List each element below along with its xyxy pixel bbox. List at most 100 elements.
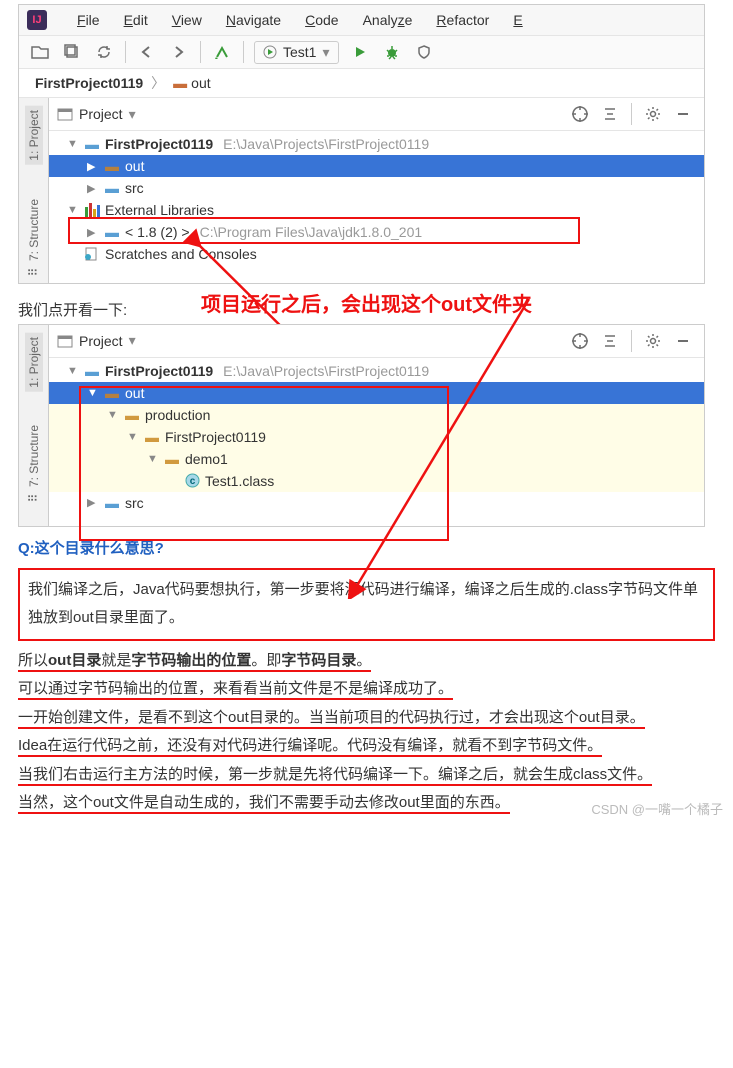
debug-icon[interactable] [377,38,407,66]
folder-icon: ▬ [103,158,121,174]
module-icon: ▬ [83,136,101,152]
app-icon [263,45,277,59]
module-icon: ▬ [83,363,101,379]
class-file-icon: c [183,473,201,489]
menu-view[interactable]: View [162,9,212,31]
explain-p3: 可以通过字节码输出的位置，来看看当前文件是不是编译成功了。 [18,675,715,704]
tree-row-src[interactable]: ▶ ▬ src [49,177,704,199]
target-icon[interactable] [567,102,593,126]
hide-icon[interactable] [670,329,696,353]
run-configuration-selector[interactable]: Test1 ▾ [254,41,339,64]
jdk-icon: ▬ [103,224,121,240]
side-tabs: 1: Project ⠿7: Structure [19,325,49,526]
explain-p6: 当我们右击运行主方法的时候，第一步就是先将代码编译一下。编译之后，就会生成cla… [18,761,715,790]
explain-p1: 我们编译之后，Java代码要想执行，第一步要将源代码进行编译，编译之后生成的.c… [28,576,705,633]
chevron-down-icon: ▼ [87,387,99,399]
folder-icon: ▬ [143,429,161,445]
project-panel-expanded: 1: Project ⠿7: Structure Project ▾ [18,324,705,527]
chevron-down-icon: ▼ [67,204,79,216]
menu-refactor[interactable]: Refactor [426,9,499,31]
chevron-down-icon: ▼ [107,409,119,421]
side-tab-structure[interactable]: ⠿7: Structure [25,421,43,509]
hide-icon[interactable] [670,102,696,126]
menu-navigate[interactable]: Navigate [216,9,291,31]
project-icon [57,334,73,348]
tree-row-jdk[interactable]: ▶ ▬ < 1.8 (2) > C:\Program Files\Java\jd… [49,221,704,243]
libraries-icon [83,202,101,218]
tree-row-scratches[interactable]: ▶ Scratches and Consoles [49,243,704,265]
qa-label: Q:这个目录什么意思? [0,527,733,564]
intellij-logo-icon: IJ [27,10,47,30]
coverage-icon[interactable] [409,38,439,66]
panel-title[interactable]: Project ▾ [57,106,136,123]
breadcrumb: FirstProject0119 〉 ▬ out [19,69,704,98]
forward-icon[interactable] [164,38,194,66]
side-tab-project[interactable]: 1: Project [25,106,43,165]
folder-icon: ▬ [163,451,181,467]
toolbar: Test1 ▾ [19,35,704,69]
side-tabs: 1: Project ⠿7: Structure [19,98,49,283]
panel-title[interactable]: Project ▾ [57,332,136,349]
tree-row-demo1[interactable]: ▼ ▬ demo1 [49,448,704,470]
chevron-down-icon: ▾ [129,106,136,123]
breadcrumb-out[interactable]: ▬ out [173,75,210,91]
menu-file[interactable]: FFileile [67,9,110,31]
tree-row-root[interactable]: ▼ ▬ FirstProject0119 E:\Java\Projects\Fi… [49,133,704,155]
chevron-down-icon: ▾ [129,332,136,349]
collapse-icon[interactable] [597,329,623,353]
explain-p2: 所以out目录就是字节码输出的位置。即字节码目录。 [18,647,715,676]
explain-p5: Idea在运行代码之前，还没有对代码进行编译呢。代码没有编译，就看不到字节码文件… [18,732,715,761]
tree-row-production[interactable]: ▼ ▬ production [49,404,704,426]
open-icon[interactable] [25,38,55,66]
tree-row-class-file[interactable]: ▶ c Test1.class [49,470,704,492]
side-tab-project[interactable]: 1: Project [25,333,43,392]
chevron-down-icon: ▾ [322,44,329,61]
back-icon[interactable] [132,38,162,66]
side-tab-structure[interactable]: ⠿7: Structure [25,195,43,283]
project-tree: ▼ ▬ FirstProject0119 E:\Java\Projects\Fi… [49,131,704,277]
svg-text:c: c [189,476,195,487]
folder-icon: ▬ [123,407,141,423]
folder-icon: ▬ [173,75,187,91]
run-icon[interactable] [345,38,375,66]
menu-analyze[interactable]: Analyze [353,9,423,31]
breadcrumb-separator-icon: 〉 [151,73,165,93]
tree-row-out[interactable]: ▼ ▬ out [49,382,704,404]
folder-icon: ▬ [103,385,121,401]
tree-row-ext-libs[interactable]: ▼ External Libraries [49,199,704,221]
collapse-icon[interactable] [597,102,623,126]
chevron-down-icon: ▼ [147,453,159,465]
project-tree-expanded: ▼ ▬ FirstProject0119 E:\Java\Projects\Fi… [49,358,704,526]
run-config-name: Test1 [283,44,316,60]
scratches-icon [83,246,101,262]
save-all-icon[interactable] [57,38,87,66]
menu-edit[interactable]: Edit [114,9,158,31]
watermark: CSDN @一嘴一个橘子 [591,799,723,818]
target-icon[interactable] [567,329,593,353]
chevron-right-icon: ▶ [87,160,99,173]
explanation-block: 我们编译之后，Java代码要想执行，第一步要将源代码进行编译，编译之后生成的.c… [0,564,733,820]
build-icon[interactable] [207,38,237,66]
menu-code[interactable]: Code [295,9,348,31]
tree-row-src[interactable]: ▶ ▬ src [49,492,704,514]
gear-icon[interactable] [640,102,666,126]
chevron-down-icon: ▼ [67,365,79,377]
tree-row-root[interactable]: ▼ ▬ FirstProject0119 E:\Java\Projects\Fi… [49,360,704,382]
project-panel: Project ▾ ▼ ▬ FirstProject0119 E:\Java\P… [49,98,704,283]
folder-icon: ▬ [103,180,121,196]
menu-more[interactable]: E [503,9,532,31]
chevron-down-icon: ▼ [127,431,139,443]
breadcrumb-project[interactable]: FirstProject0119 [35,75,143,91]
tree-row-out[interactable]: ▶ ▬ out [49,155,704,177]
gear-icon[interactable] [640,329,666,353]
folder-icon: ▬ [103,495,121,511]
explanation-box: 我们编译之后，Java代码要想执行，第一步要将源代码进行编译，编译之后生成的.c… [18,568,715,641]
chevron-right-icon: ▶ [87,496,99,509]
menu-bar: IJ FFileile Edit View Navigate Code Anal… [19,5,704,35]
chevron-down-icon: ▼ [67,138,79,150]
tree-row-proj[interactable]: ▼ ▬ FirstProject0119 [49,426,704,448]
explain-p4: 一开始创建文件，是看不到这个out目录的。当当前项目的代码执行过，才会出现这个o… [18,704,715,733]
chevron-right-icon: ▶ [87,226,99,239]
sync-icon[interactable] [89,38,119,66]
chevron-right-icon: ▶ [87,182,99,195]
